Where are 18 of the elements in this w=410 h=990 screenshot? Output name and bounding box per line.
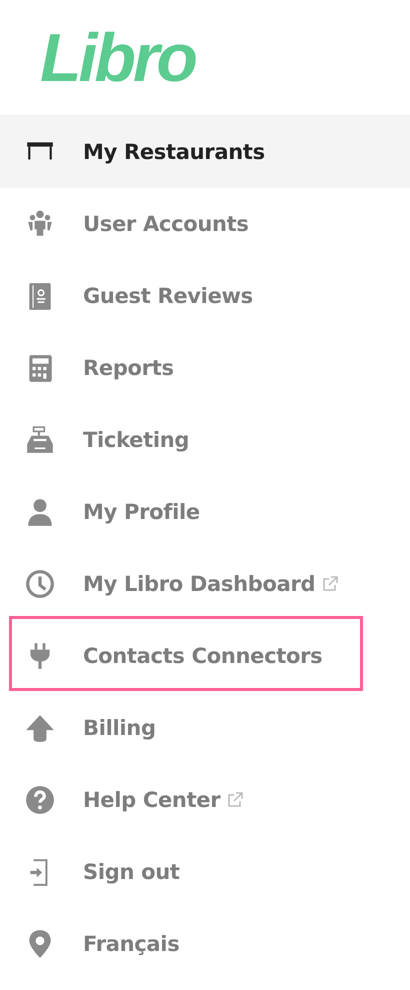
menu-item[interactable]: Help Center [0,764,410,836]
menu-item[interactable]: User Accounts [0,188,410,260]
person-icon [25,497,55,527]
menu-item[interactable]: My Restaurants [0,116,410,188]
menu-item[interactable]: Contacts Connectors [0,620,410,692]
menu-item[interactable]: My Profile [0,476,410,548]
menu-item[interactable]: Reports [0,332,410,404]
menu-item[interactable]: Français [0,908,410,980]
cash-register-icon [25,425,55,455]
menu-item[interactable]: Guest Reviews [0,260,410,332]
menu-item[interactable]: Sign out [0,836,410,908]
clock-icon [25,569,55,599]
menu-item[interactable]: My Libro Dashboard [0,548,410,620]
arrow-icon [25,713,55,743]
menu-item[interactable]: Ticketing [0,404,410,476]
logo: Libro [40,18,195,96]
menu-item[interactable]: Billing [0,692,410,764]
help-icon [25,785,55,815]
